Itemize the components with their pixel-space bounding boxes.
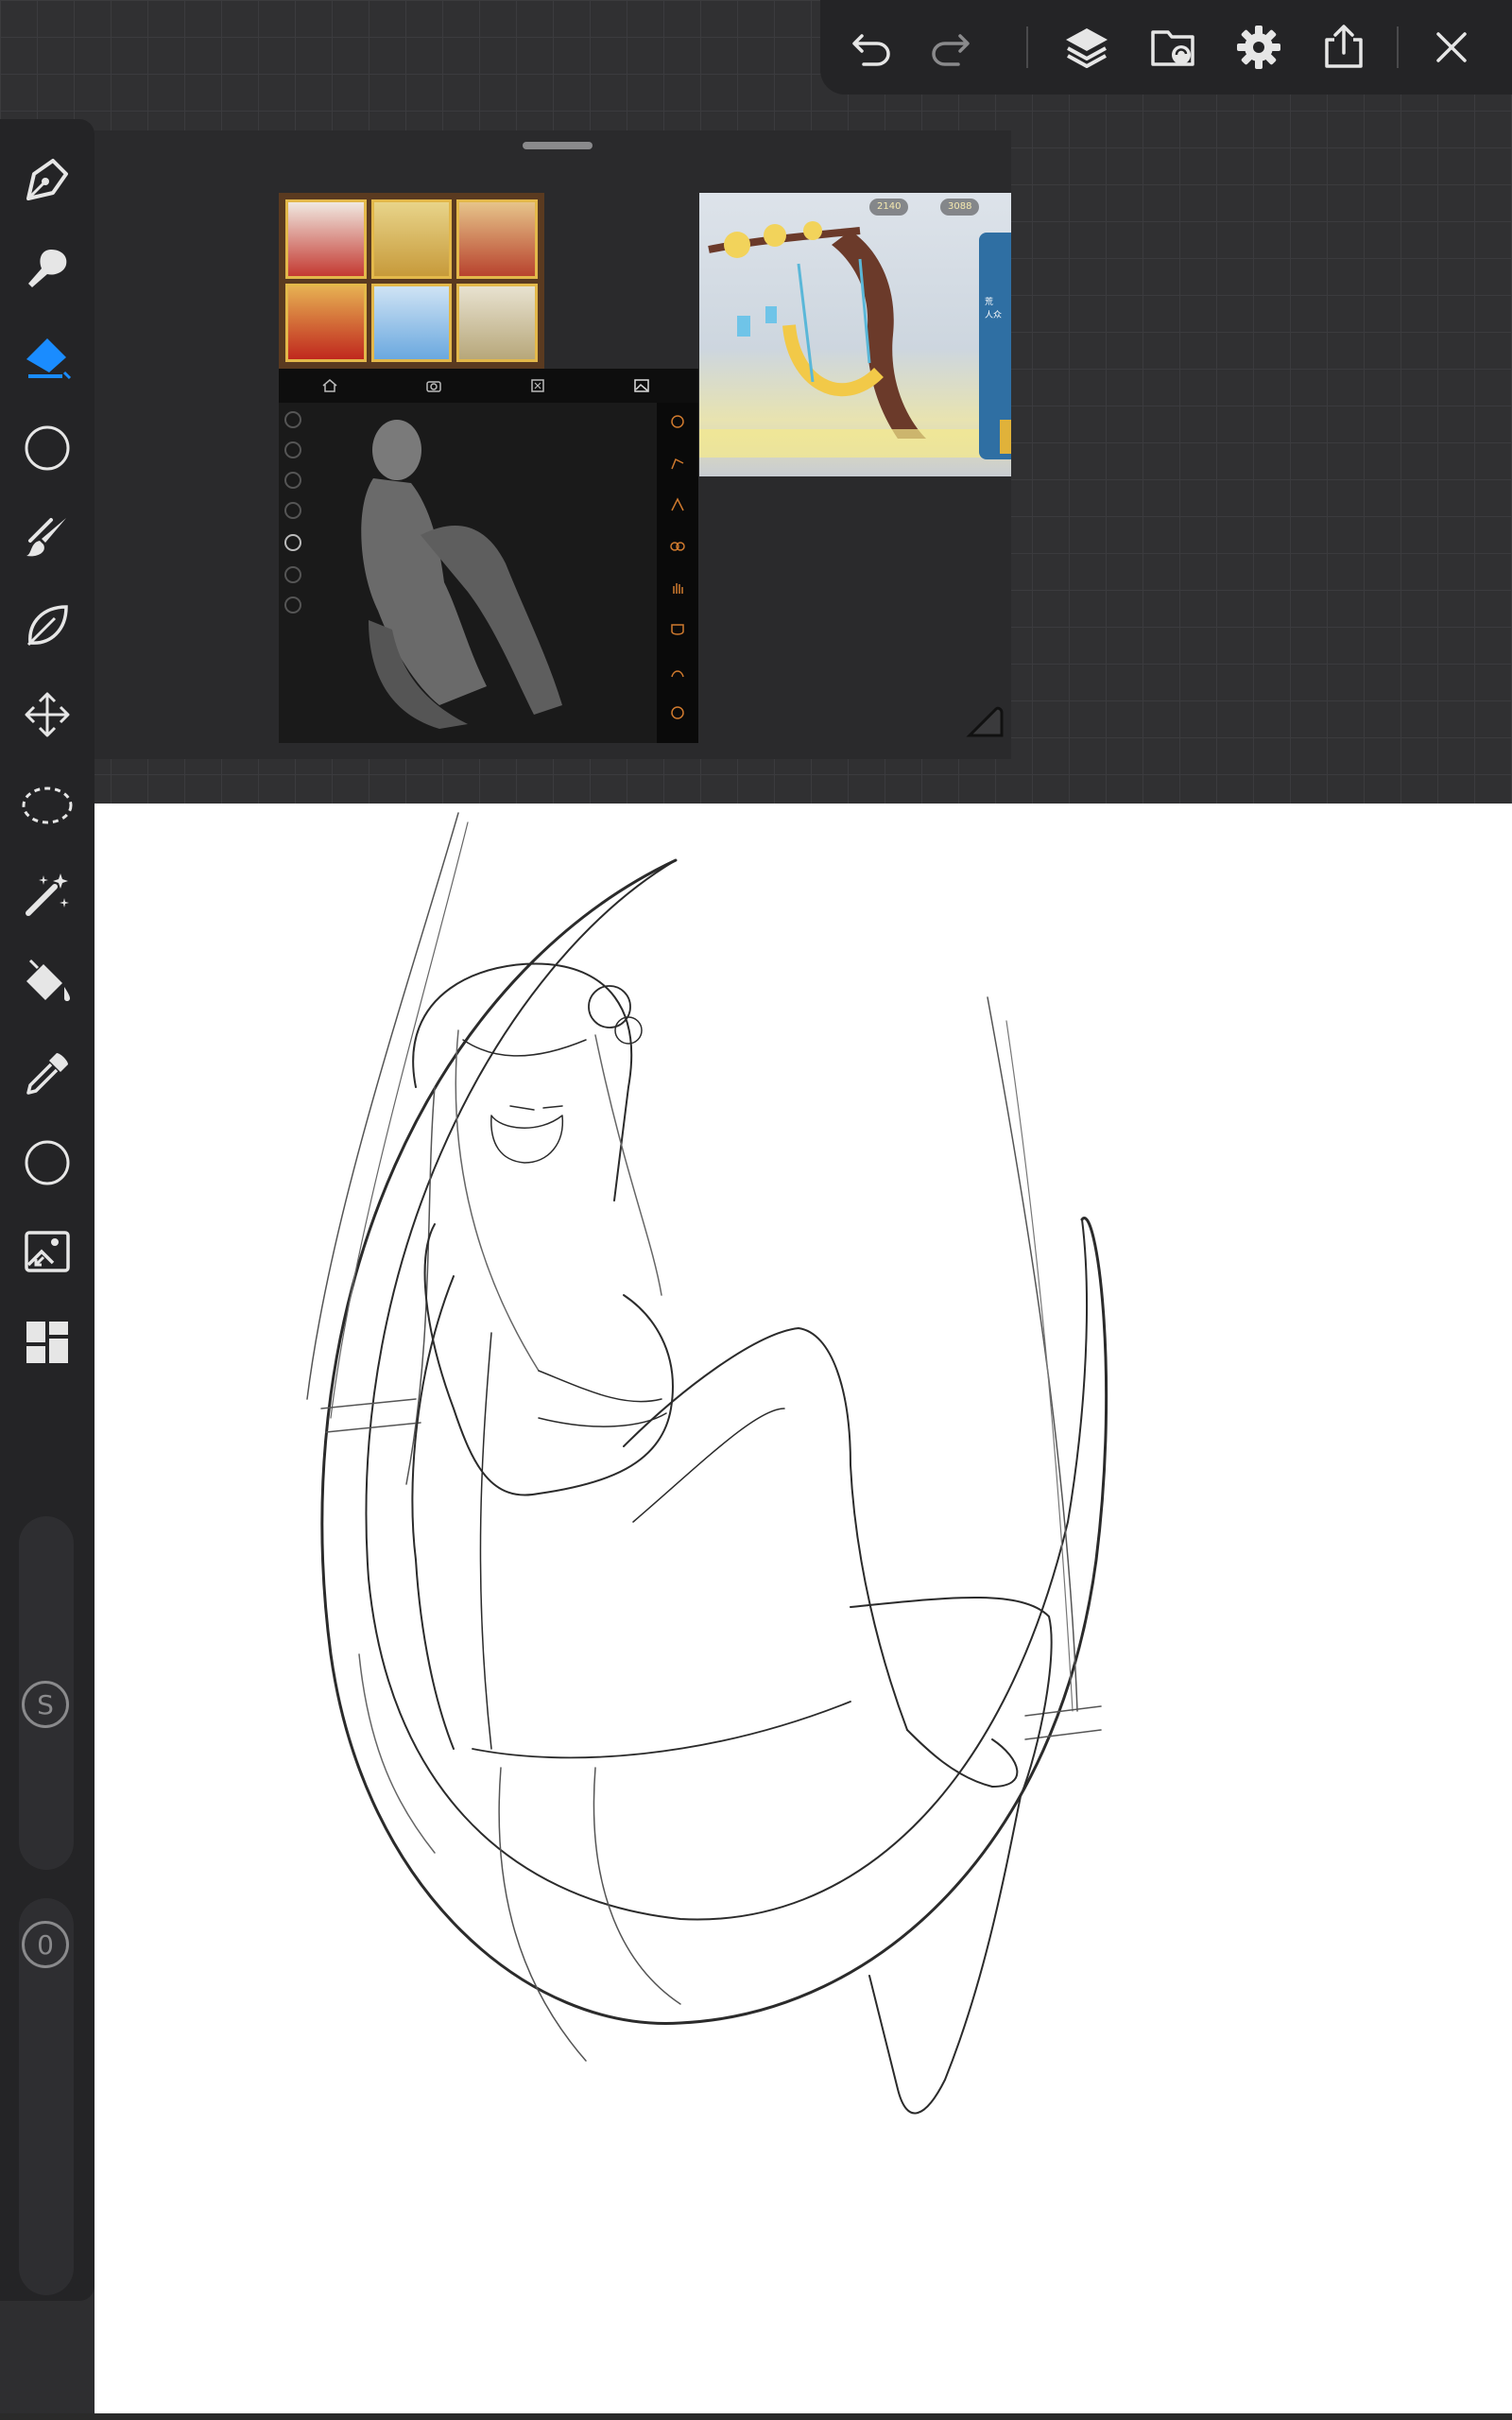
folder-sync-button[interactable] bbox=[1147, 21, 1200, 74]
left-toolbar: S 0 bbox=[0, 119, 94, 2301]
leaf-icon bbox=[26, 605, 68, 647]
gear-icon bbox=[1237, 26, 1280, 69]
camera-icon bbox=[426, 381, 441, 392]
reference-resize-handle[interactable] bbox=[964, 698, 1005, 739]
pen-icon bbox=[26, 159, 68, 200]
toolbar-separator bbox=[1397, 26, 1399, 68]
brush-icon bbox=[26, 518, 66, 557]
3d-mannequin-figure bbox=[361, 420, 562, 729]
home-icon bbox=[322, 379, 337, 392]
lasso-icon bbox=[22, 786, 73, 824]
thumb-cell: character-red-gown bbox=[285, 283, 367, 362]
brush-tool-button[interactable] bbox=[19, 509, 76, 565]
pose-app-top-bar bbox=[279, 369, 698, 403]
hand-icon bbox=[673, 583, 683, 594]
game-side-button bbox=[1000, 420, 1011, 454]
leaf-tool-button[interactable] bbox=[19, 597, 76, 654]
line-art-sketch bbox=[306, 812, 1108, 2115]
moon-swing-tree-art bbox=[699, 221, 983, 458]
redo-icon bbox=[932, 34, 970, 66]
color-circle-icon bbox=[25, 1140, 70, 1185]
magic-wand-button[interactable] bbox=[19, 866, 76, 923]
eyedropper-icon bbox=[26, 1053, 68, 1095]
lasso-tool-button[interactable] bbox=[19, 777, 76, 834]
redo-button[interactable] bbox=[924, 21, 977, 74]
layers-icon bbox=[1066, 28, 1108, 68]
close-icon bbox=[1436, 32, 1467, 62]
thumb-cell: character-white-blue-pet bbox=[370, 283, 453, 362]
game-side-text-1: 荒 bbox=[985, 298, 994, 307]
eraser-icon bbox=[26, 338, 72, 380]
move-icon bbox=[25, 692, 70, 737]
move-tool-button[interactable] bbox=[19, 686, 76, 743]
screenshot-icon bbox=[531, 379, 544, 392]
pose-reference-screenshot bbox=[279, 369, 698, 743]
bottom-edge bbox=[0, 2413, 1512, 2420]
pose-icon-2 bbox=[671, 458, 684, 470]
undo-button[interactable] bbox=[845, 21, 898, 74]
face-icon bbox=[671, 624, 684, 635]
thumb-cell: character-red-white-hair bbox=[285, 199, 367, 279]
pose-icon-4 bbox=[670, 542, 685, 551]
pose-icon-3 bbox=[671, 497, 684, 511]
opacity-slider-label: 0 bbox=[37, 1928, 54, 1961]
reference-window[interactable]: character-red-white-hair character-gold-… bbox=[94, 130, 1011, 759]
image-import-icon bbox=[25, 1231, 70, 1272]
game-side-text-2: 人众 bbox=[985, 311, 1003, 320]
shape-circle-button[interactable] bbox=[19, 420, 76, 476]
magic-wand-icon bbox=[26, 873, 69, 916]
smudge-tool-button[interactable] bbox=[19, 240, 76, 297]
thumb-cell: character-white-cat bbox=[456, 283, 538, 362]
pose-icon-1 bbox=[671, 415, 684, 428]
opacity-knob[interactable]: 0 bbox=[22, 1921, 69, 1968]
thumb-cell: character-gold-outfit bbox=[370, 199, 453, 279]
thumb-cell: character-red-dress bbox=[456, 199, 538, 279]
circle-icon bbox=[25, 425, 70, 471]
settings-button[interactable] bbox=[1232, 21, 1285, 74]
eyedropper-button[interactable] bbox=[19, 1046, 76, 1102]
layout-grid-button[interactable] bbox=[19, 1314, 76, 1371]
color-picker-button[interactable] bbox=[19, 1134, 76, 1191]
image-import-button[interactable] bbox=[19, 1223, 76, 1280]
grid-layout-icon bbox=[26, 1322, 68, 1363]
pen-tool-button[interactable] bbox=[19, 151, 76, 208]
layers-button[interactable] bbox=[1060, 21, 1113, 74]
drawing-canvas[interactable] bbox=[94, 804, 1512, 2415]
folder-sync-icon bbox=[1151, 30, 1194, 66]
size-slider-label: S bbox=[37, 1688, 54, 1720]
hair-icon bbox=[671, 670, 684, 678]
reference-window-drag-handle[interactable] bbox=[523, 142, 593, 149]
top-toolbar bbox=[820, 0, 1512, 95]
reference-thumbnail-grid: character-red-white-hair character-gold-… bbox=[279, 193, 544, 369]
close-button[interactable] bbox=[1425, 21, 1478, 74]
pose-app-right-bar bbox=[657, 403, 698, 743]
paint-bucket-icon bbox=[26, 959, 70, 1001]
share-icon bbox=[1325, 25, 1363, 68]
game-reference-screenshot: 2140 3088 荒 人众 bbox=[699, 193, 1011, 476]
share-button[interactable] bbox=[1317, 21, 1370, 74]
toolbar-separator bbox=[1026, 26, 1028, 68]
image-icon bbox=[634, 379, 649, 392]
brush-size-knob[interactable]: S bbox=[22, 1681, 69, 1728]
head-icon bbox=[671, 706, 684, 719]
smudge-icon bbox=[28, 250, 67, 287]
eraser-tool-button[interactable] bbox=[19, 329, 76, 386]
paint-bucket-button[interactable] bbox=[19, 955, 76, 1011]
undo-icon bbox=[852, 34, 890, 66]
